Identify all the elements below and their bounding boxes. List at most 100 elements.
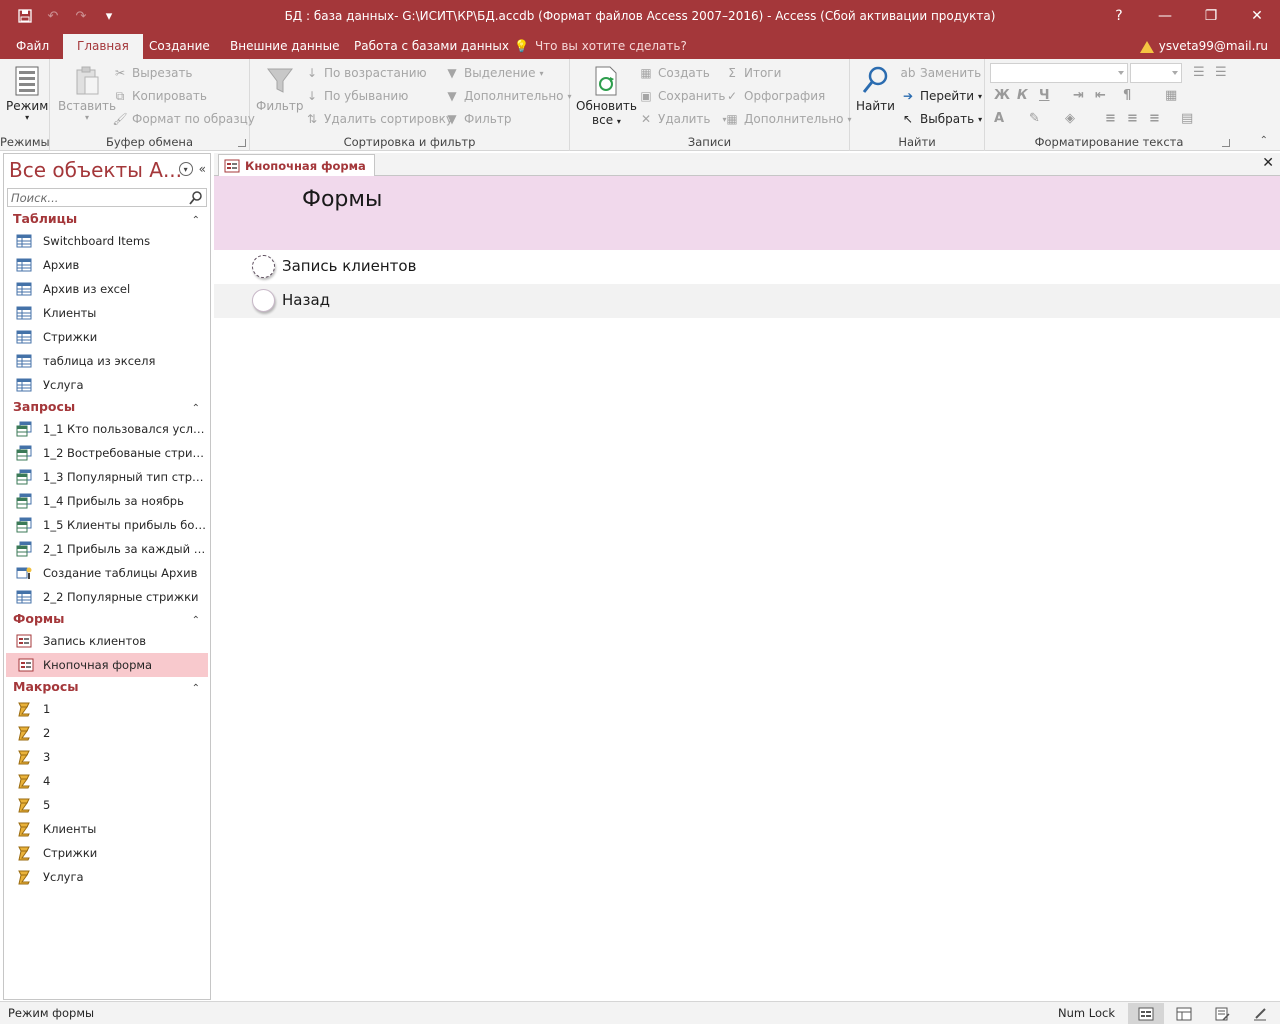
- document-tab-switchboard[interactable]: Кнопочная форма: [218, 154, 375, 176]
- collapse-chevron-icon[interactable]: ⌃: [192, 399, 200, 419]
- selection-button[interactable]: ▼ Выделение ▾: [444, 63, 543, 83]
- nav-item[interactable]: Кнопочная форма: [6, 653, 208, 677]
- tab-file[interactable]: Файл: [2, 34, 63, 59]
- numbering-icon[interactable]: ☰: [1215, 65, 1227, 80]
- italic-button[interactable]: К: [1017, 88, 1028, 103]
- close-button[interactable]: ✕: [1234, 0, 1280, 32]
- remove-sort-button[interactable]: ⇅ Удалить сортировку: [304, 109, 453, 129]
- cut-button[interactable]: ✂ Вырезать: [112, 63, 193, 83]
- nav-menu-icon[interactable]: ▾: [178, 162, 193, 176]
- nav-pane-header[interactable]: Все объекты А...: [9, 158, 182, 182]
- sort-ascending-button[interactable]: ↓ По возрастанию: [304, 63, 427, 83]
- nav-item[interactable]: Запись клиентов: [4, 629, 210, 653]
- font-name-combo[interactable]: [990, 63, 1128, 83]
- nav-item[interactable]: Архив: [4, 253, 210, 277]
- refresh-all-button[interactable]: Обновить все ▾: [576, 63, 637, 127]
- close-document-button[interactable]: ✕: [1262, 155, 1274, 171]
- nav-section-header[interactable]: Макросы ⌃: [4, 677, 210, 697]
- nav-item[interactable]: Стрижки: [4, 841, 210, 865]
- search-icon[interactable]: [188, 190, 204, 206]
- restore-button[interactable]: ❐: [1188, 0, 1234, 32]
- tell-me-box[interactable]: 💡 Что вы хотите сделать?: [514, 34, 687, 59]
- align-right-icon[interactable]: ≡: [1149, 111, 1160, 126]
- nav-item[interactable]: 2_1 Прибыль за каждый мес...: [4, 537, 210, 561]
- nav-item[interactable]: Услуга: [4, 865, 210, 889]
- bullets-icon[interactable]: ☰: [1193, 65, 1205, 80]
- align-center-icon[interactable]: ≡: [1127, 111, 1138, 126]
- find-button[interactable]: Найти: [856, 63, 895, 113]
- indent-decrease-icon[interactable]: ⇤: [1095, 88, 1106, 103]
- nav-item[interactable]: Switchboard Items: [4, 229, 210, 253]
- nav-item[interactable]: таблица из экселя: [4, 349, 210, 373]
- tab-home[interactable]: Главная: [63, 34, 143, 59]
- spelling-button[interactable]: ✓ Орфография: [724, 86, 825, 106]
- tab-database-tools[interactable]: Работа с базами данных: [340, 34, 523, 59]
- nav-item[interactable]: 4: [4, 769, 210, 793]
- gridlines-icon[interactable]: ▦: [1165, 88, 1177, 103]
- form-view-icon[interactable]: [1128, 1003, 1164, 1024]
- paste-button[interactable]: Вставить ▾: [58, 63, 116, 122]
- save-record-button[interactable]: ▣ Сохранить: [638, 86, 725, 106]
- font-size-combo[interactable]: [1130, 63, 1182, 83]
- nav-item[interactable]: 1_2 Востребованые стрижк...: [4, 441, 210, 465]
- switchboard-option-button[interactable]: [252, 255, 275, 278]
- text-formatting-launcher-icon[interactable]: [1222, 139, 1230, 147]
- more-records-button[interactable]: ▦ Дополнительно ▾: [724, 109, 851, 129]
- collapse-chevron-icon[interactable]: ⌃: [192, 211, 200, 231]
- minimize-button[interactable]: —: [1142, 0, 1188, 32]
- tab-create[interactable]: Создание: [135, 34, 224, 59]
- nav-section-header[interactable]: Формы ⌃: [4, 609, 210, 629]
- new-record-button[interactable]: ▦ Создать: [638, 63, 710, 83]
- format-painter-button[interactable]: 🖌 Формат по образцу: [112, 109, 255, 129]
- nav-item[interactable]: 1_4 Прибыль за ноябрь: [4, 489, 210, 513]
- switchboard-option-label[interactable]: Запись клиентов: [282, 257, 416, 275]
- select-button[interactable]: ↖ Выбрать ▾: [900, 109, 982, 129]
- delete-record-button[interactable]: ✕ Удалить ▾: [638, 109, 727, 129]
- nav-search-input[interactable]: Поиск...: [7, 188, 207, 207]
- clipboard-launcher-icon[interactable]: [238, 139, 246, 147]
- copy-button[interactable]: ⧉ Копировать: [112, 86, 207, 106]
- toggle-filter-button[interactable]: ▼ Фильтр: [444, 109, 511, 129]
- nav-item[interactable]: 1_1 Кто пользовался услуга...: [4, 417, 210, 441]
- collapse-chevron-icon[interactable]: ⌃: [192, 611, 200, 631]
- tab-external-data[interactable]: Внешние данные: [216, 34, 353, 59]
- switchboard-option-button[interactable]: [252, 289, 275, 312]
- bold-button[interactable]: Ж: [994, 88, 1010, 103]
- paragraph-direction-icon[interactable]: ¶: [1123, 88, 1131, 103]
- indent-increase-icon[interactable]: ⇥: [1073, 88, 1084, 103]
- nav-item[interactable]: 1_3 Популярный тип стриж...: [4, 465, 210, 489]
- design-view-icon[interactable]: [1204, 1003, 1240, 1024]
- edit-view-icon[interactable]: [1242, 1003, 1278, 1024]
- nav-item[interactable]: Стрижки: [4, 325, 210, 349]
- sort-descending-button[interactable]: ↓ По убыванию: [304, 86, 408, 106]
- highlight-icon[interactable]: ✎: [1029, 111, 1040, 126]
- view-mode-button[interactable]: Режим ▾: [6, 63, 48, 122]
- collapse-chevron-icon[interactable]: ⌃: [192, 679, 200, 699]
- help-button[interactable]: ?: [1096, 0, 1142, 32]
- alt-row-color-icon[interactable]: ▤: [1181, 111, 1193, 126]
- layout-view-icon[interactable]: [1166, 1003, 1202, 1024]
- nav-section-header[interactable]: Таблицы ⌃: [4, 209, 210, 229]
- nav-item[interactable]: Создание таблицы Архив: [4, 561, 210, 585]
- switchboard-option-label[interactable]: Назад: [282, 291, 330, 309]
- nav-item[interactable]: 2_2 Популярные стрижки: [4, 585, 210, 609]
- nav-item[interactable]: 3: [4, 745, 210, 769]
- goto-button[interactable]: ➔ Перейти ▾: [900, 86, 982, 106]
- account-area[interactable]: ysveta99@mail.ru: [1139, 34, 1268, 59]
- nav-item[interactable]: Архив из excel: [4, 277, 210, 301]
- replace-button[interactable]: ab Заменить: [900, 63, 982, 83]
- underline-button[interactable]: Ч: [1039, 88, 1050, 103]
- filter-button[interactable]: Фильтр: [256, 63, 303, 113]
- nav-item[interactable]: 1: [4, 697, 210, 721]
- nav-item[interactable]: 1_5 Клиенты прибыль боль...: [4, 513, 210, 537]
- nav-item[interactable]: Услуга: [4, 373, 210, 397]
- shutter-bar-icon[interactable]: «: [199, 162, 206, 176]
- nav-item[interactable]: 5: [4, 793, 210, 817]
- collapse-ribbon-icon[interactable]: ⌃: [1260, 135, 1268, 146]
- advanced-filter-button[interactable]: ▼ Дополнительно ▾: [444, 86, 571, 106]
- nav-section-header[interactable]: Запросы ⌃: [4, 397, 210, 417]
- nav-item[interactable]: Клиенты: [4, 817, 210, 841]
- nav-item[interactable]: 2: [4, 721, 210, 745]
- fill-color-icon[interactable]: ◈: [1065, 111, 1075, 126]
- align-left-icon[interactable]: ≡: [1105, 111, 1116, 126]
